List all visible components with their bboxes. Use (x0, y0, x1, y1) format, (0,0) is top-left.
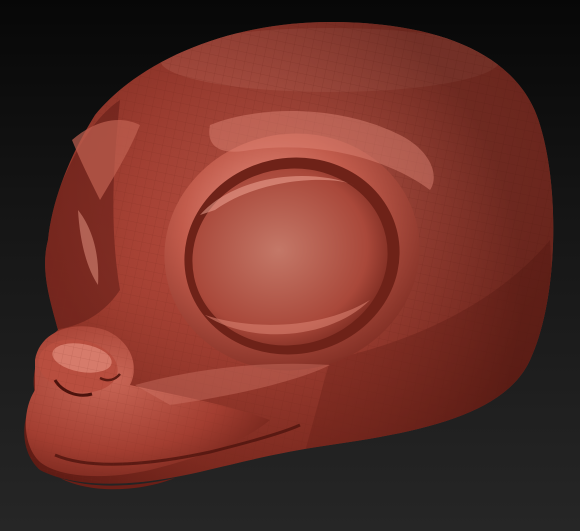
head-sculpt-model (24, 22, 554, 490)
sculpt-viewport[interactable] (0, 0, 580, 531)
